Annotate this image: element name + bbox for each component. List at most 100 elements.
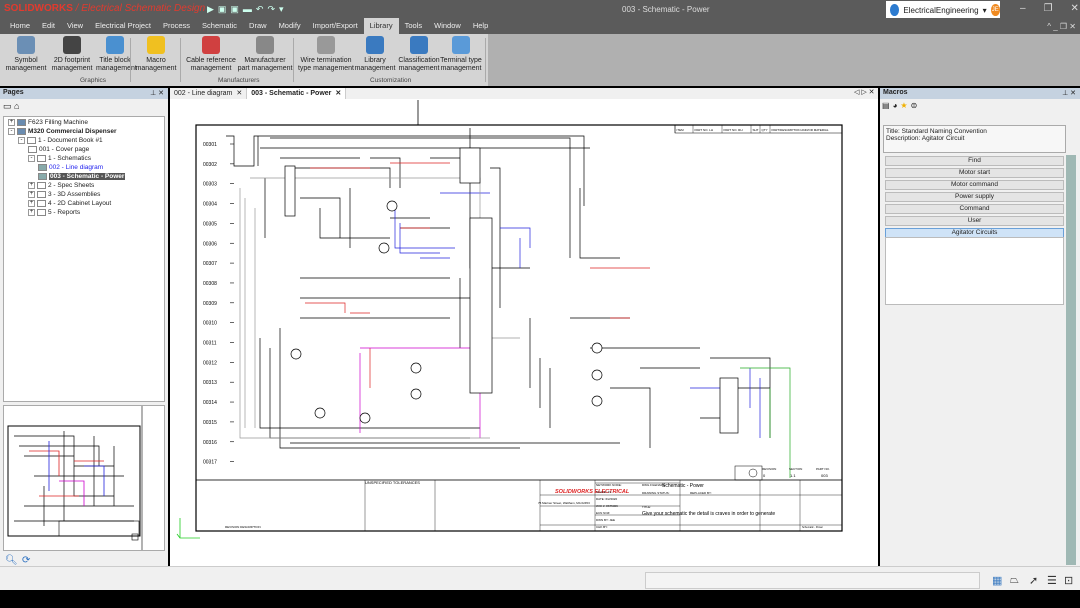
menu-edit[interactable]: Edit [36, 18, 61, 34]
projection-symbol [748, 468, 758, 478]
menu-modify[interactable]: Modify [273, 18, 307, 34]
favorite-star-icon[interactable]: ★ [900, 101, 907, 110]
menu-home[interactable]: Home [4, 18, 36, 34]
menu-window[interactable]: Window [428, 18, 467, 34]
macro-item[interactable]: Motor start [885, 168, 1064, 178]
title-block-button[interactable]: Title block management [96, 36, 137, 73]
menu-help[interactable]: Help [467, 18, 494, 34]
menu-import-export[interactable]: Import/Export [307, 18, 364, 34]
schematic-canvas[interactable]: 00301 00302 00303 00304 00305 00306 00307 00308… [170, 88, 878, 566]
menu-tools[interactable]: Tools [399, 18, 429, 34]
library-button[interactable]: Library management [354, 36, 396, 73]
account-switcher[interactable]: ElectricalEngineering ▾ JE [886, 1, 1000, 19]
doc-tab[interactable]: 003 - Schematic - Power ✕ [247, 88, 347, 99]
title-block-field: DWN BY: JEE [596, 518, 615, 522]
macro-item[interactable]: User [885, 216, 1064, 226]
title-block-field: UNSPECIFIED TOLERANCES [365, 480, 420, 485]
restore-icon[interactable]: ❐ [1044, 3, 1053, 14]
macros-scrollbar[interactable] [1066, 155, 1076, 565]
macro-item[interactable]: Find [885, 156, 1064, 166]
macro-description: Title: Standard Naming Convention Descrip… [883, 125, 1066, 153]
folder-icon [27, 137, 36, 144]
macro-item[interactable]: Power supply [885, 192, 1064, 202]
tree-item[interactable]: 001 - Cover page [28, 146, 89, 153]
expand-icon[interactable]: + [28, 191, 35, 198]
folder-icon [17, 128, 26, 135]
pages-header: Pages [0, 88, 168, 99]
panel-pin-close[interactable]: ⊥ ✕ [150, 89, 164, 97]
terminal-button[interactable]: Terminal type management [440, 36, 482, 73]
properties-icon[interactable]: ⊡ [1064, 574, 1073, 587]
collapse-icon[interactable]: - [28, 155, 35, 162]
title-block-field: 75 Mariner Street, Waltham, MA 02453 [538, 501, 590, 505]
macro-item[interactable]: Motor command [885, 180, 1064, 190]
tree-item[interactable]: +5 - Reports [28, 209, 80, 216]
menu-electrical-project[interactable]: Electrical Project [89, 18, 157, 34]
terminal-lug-button[interactable]: Wire termination type management [297, 36, 355, 73]
close-tab-icon[interactable]: ✕ [236, 90, 242, 97]
footprint-button[interactable]: 2D footprint management [48, 36, 96, 73]
wrench-button[interactable]: Manufacturer part management [237, 36, 293, 73]
symbol-button[interactable]: Symbol management [2, 36, 50, 73]
tree-item[interactable]: 003 - Schematic - Power [38, 173, 126, 180]
tree-item[interactable]: + F623 Filling Machine [8, 119, 88, 126]
product-name: Electrical Schematic Design [81, 3, 206, 14]
tab-scroll-close[interactable]: ◁ ▷ ✕ [854, 88, 875, 96]
palette-icon[interactable]: ◕ [893, 101, 898, 110]
title-block-icon [106, 36, 124, 54]
close-tab-icon[interactable]: ✕ [335, 90, 341, 97]
list-view-icon[interactable]: ▤ [882, 101, 890, 110]
refresh-preview-icon[interactable]: ⟳ [22, 555, 30, 566]
minimize-icon[interactable]: – [1020, 3, 1026, 14]
pages-view-tabs[interactable]: ▭ ⌂ [3, 101, 19, 112]
zoom-preview-icon[interactable]: 🔍︎ [5, 555, 18, 566]
macro-item[interactable]: Command [885, 204, 1064, 214]
tree-item[interactable]: - 1 - Schematics [28, 155, 91, 162]
tree-item[interactable]: - 1 - Document Book #1 [18, 137, 103, 144]
menu-draw[interactable]: Draw [243, 18, 273, 34]
lock-icon[interactable]: ⊜ [911, 101, 918, 110]
document-window-controls[interactable]: ^ _ ❐ ✕ [1047, 22, 1076, 31]
page-preview[interactable] [3, 405, 165, 551]
cursor-snap-icon[interactable]: ➚ [1029, 574, 1038, 587]
collapse-icon[interactable]: - [8, 128, 15, 135]
menu-view[interactable]: View [61, 18, 89, 34]
classification-button[interactable]: Classification management [397, 36, 441, 73]
ortho-icon[interactable]: ⏢ [1010, 574, 1019, 587]
menu-schematic[interactable]: Schematic [196, 18, 243, 34]
expand-icon[interactable]: + [28, 209, 35, 216]
menu-library[interactable]: Library [363, 18, 399, 34]
menu-process[interactable]: Process [157, 18, 196, 34]
expand-icon[interactable]: + [28, 200, 35, 207]
ribbon-separator [130, 38, 131, 82]
grid-icon[interactable]: ▦ [992, 574, 1002, 587]
expand-icon[interactable]: + [8, 119, 15, 126]
tree-item[interactable]: 002 - Line diagram [38, 164, 103, 171]
quick-access-toolbar[interactable]: ▶▣▣▬↶↷▾ [207, 4, 288, 15]
title-block-field: DRAWING STATUS: [642, 491, 670, 495]
button-label: part management [237, 65, 293, 72]
row-label: 00308 [203, 281, 217, 287]
tree-item[interactable]: +4 - 2D Cabinet Layout [28, 200, 111, 207]
cable-button[interactable]: Cable reference management [186, 36, 236, 73]
macro-list[interactable] [885, 237, 1064, 305]
tree-item[interactable]: - M320 Commercial Dispenser [8, 128, 117, 135]
expand-icon[interactable]: + [28, 182, 35, 189]
tree-item-label: 002 - Line diagram [49, 164, 104, 171]
macro-star-button[interactable]: Macro management [132, 36, 180, 73]
button-label: management [354, 65, 396, 72]
collapse-icon[interactable]: - [18, 137, 25, 144]
menu-bar: Home Edit View Electrical Project Process Sch… [0, 18, 1080, 34]
line-weight-icon[interactable]: ☰ [1047, 574, 1057, 587]
tree-item[interactable]: +2 - Spec Sheets [28, 182, 94, 189]
row-label: 00317 [203, 460, 217, 466]
page-icon [38, 164, 47, 171]
panel-pin-close[interactable]: ⊥ ✕ [1062, 89, 1076, 97]
title-block-field: 0 [763, 473, 766, 478]
motor-symbol [314, 407, 326, 419]
tree-item[interactable]: +3 - 3D Assemblies [28, 191, 100, 198]
doc-tab[interactable]: 002 - Line diagram ✕ [170, 88, 248, 99]
close-icon[interactable]: ✕ [1071, 3, 1079, 14]
cloud-icon [890, 4, 900, 16]
avatar[interactable]: JE [990, 4, 1000, 16]
